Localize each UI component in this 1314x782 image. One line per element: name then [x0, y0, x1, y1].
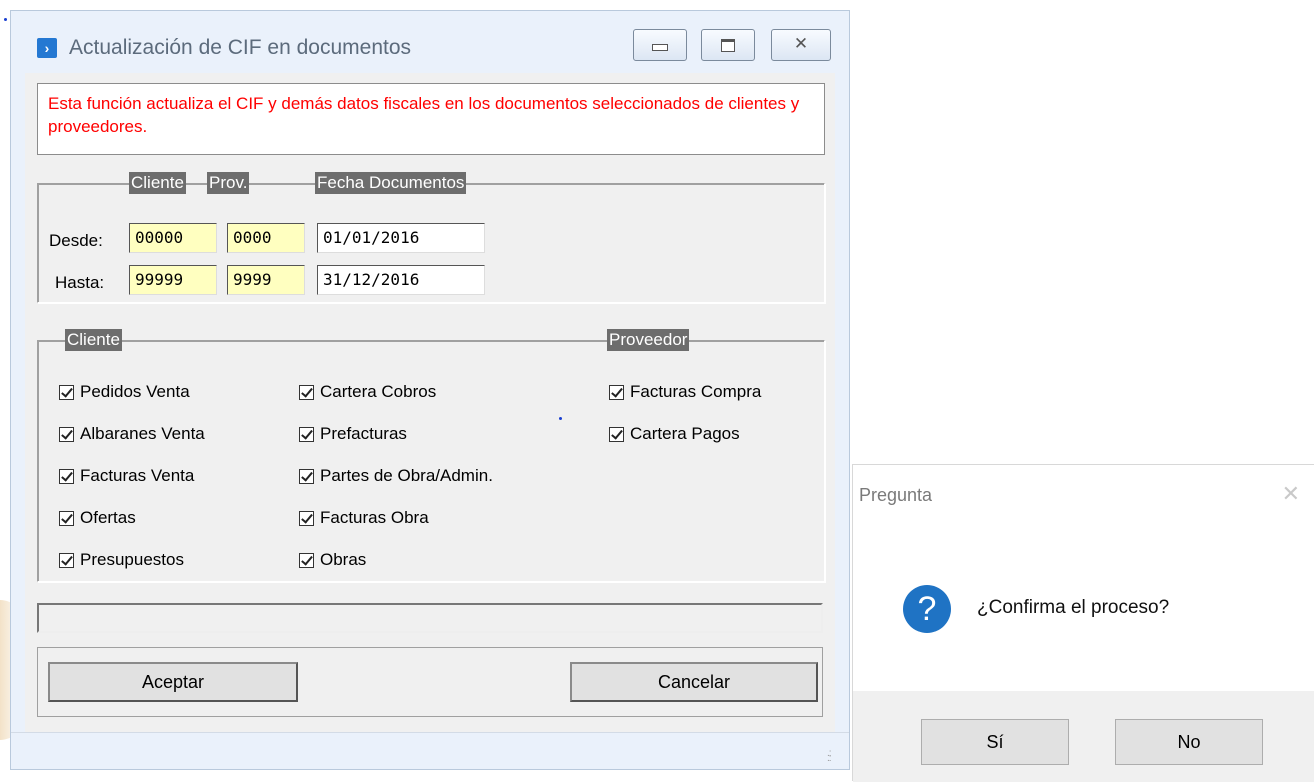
window-title: Actualización de CIF en documentos	[69, 36, 412, 59]
question-dialog: Pregunta ✕ ? ¿Confirma el proceso? Sí No	[852, 464, 1314, 782]
checkbox-icon	[299, 468, 314, 484]
checkbox-icon	[609, 426, 624, 442]
checkbox-label: Facturas Compra	[630, 382, 762, 401]
info-text: Esta función actualiza el CIF y demás da…	[37, 83, 825, 155]
hasta-fecha-field[interactable]: 31/12/2016	[317, 265, 485, 295]
checkbox-label: Facturas Obra	[320, 508, 429, 527]
cliente-group-label: Cliente	[65, 329, 122, 351]
yes-button[interactable]: Sí	[921, 719, 1069, 765]
checkbox-icon	[59, 552, 74, 568]
checkbox-partes-obra[interactable]: Partes de Obra/Admin.	[299, 465, 493, 487]
close-icon: ✕	[793, 34, 809, 53]
checkbox-icon	[299, 552, 314, 568]
stray-dot	[4, 18, 7, 21]
checkbox-label: Cartera Cobros	[320, 382, 437, 401]
close-button[interactable]: ✕	[771, 29, 831, 61]
checkbox-label: Albaranes Venta	[80, 424, 205, 443]
progress-bar	[37, 603, 823, 633]
checkbox-cartera-cobros[interactable]: Cartera Cobros	[299, 381, 436, 403]
checkbox-icon	[299, 510, 314, 526]
checkbox-label: Pedidos Venta	[80, 382, 190, 401]
question-icon: ?	[903, 585, 951, 633]
checkbox-label: Presupuestos	[80, 550, 184, 569]
title-bar[interactable]: › Actualización de CIF en documentos ✕	[11, 11, 849, 73]
hasta-label: Hasta:	[55, 273, 105, 292]
dialog-message: ¿Confirma el proceso?	[977, 597, 1170, 618]
cancel-button[interactable]: Cancelar	[570, 662, 818, 702]
checkbox-icon	[59, 510, 74, 526]
checkbox-pedidos-venta[interactable]: Pedidos Venta	[59, 381, 190, 403]
minimize-icon	[634, 34, 686, 56]
col-header-prov: Prov.	[207, 172, 250, 194]
checkbox-presupuestos[interactable]: Presupuestos	[59, 549, 184, 571]
dialog-close-icon[interactable]: ✕	[1282, 481, 1300, 507]
checkbox-icon	[59, 468, 74, 484]
checkbox-label: Obras	[320, 550, 367, 569]
hasta-prov-field[interactable]: 9999	[227, 265, 305, 295]
checkbox-icon	[59, 384, 74, 400]
main-window: › Actualización de CIF en documentos ✕ E…	[10, 10, 850, 770]
resize-grip-icon[interactable]: .:.:	[827, 749, 839, 764]
checkbox-cartera-pagos[interactable]: Cartera Pagos	[609, 423, 740, 445]
col-header-cliente: Cliente	[129, 172, 186, 194]
dialog-footer: Sí No	[853, 691, 1314, 782]
checkbox-icon	[299, 426, 314, 442]
desde-prov-field[interactable]: 0000	[227, 223, 305, 253]
desde-cliente-field[interactable]: 00000	[129, 223, 217, 253]
status-bar: .:.:	[11, 732, 849, 769]
checkbox-facturas-venta[interactable]: Facturas Venta	[59, 465, 194, 487]
checkbox-icon	[609, 384, 624, 400]
checkbox-icon	[59, 426, 74, 442]
checkbox-ofertas[interactable]: Ofertas	[59, 507, 136, 529]
checkbox-icon	[299, 384, 314, 400]
desde-label: Desde:	[49, 231, 103, 250]
checkbox-albaranes-venta[interactable]: Albaranes Venta	[59, 423, 205, 445]
hasta-cliente-field[interactable]: 99999	[129, 265, 217, 295]
checkbox-label: Partes de Obra/Admin.	[320, 466, 493, 485]
window-client-area: Esta función actualiza el CIF y demás da…	[25, 73, 835, 733]
documents-group	[37, 340, 825, 582]
checkbox-facturas-obra[interactable]: Facturas Obra	[299, 507, 429, 529]
accept-button[interactable]: Aceptar	[48, 662, 298, 702]
dialog-title: Pregunta	[859, 485, 933, 505]
checkbox-prefacturas[interactable]: Prefacturas	[299, 423, 407, 445]
proveedor-group-label: Proveedor	[607, 329, 690, 351]
checkbox-label: Cartera Pagos	[630, 424, 740, 443]
desde-fecha-field[interactable]: 01/01/2016	[317, 223, 485, 253]
stray-dot	[559, 417, 562, 420]
col-header-fecha: Fecha Documentos	[315, 172, 467, 194]
checkbox-label: Prefacturas	[320, 424, 407, 443]
app-icon: ›	[37, 38, 57, 58]
maximize-button[interactable]	[701, 29, 755, 61]
checkbox-obras[interactable]: Obras	[299, 549, 366, 571]
maximize-icon	[702, 34, 754, 57]
checkbox-facturas-compra[interactable]: Facturas Compra	[609, 381, 761, 403]
minimize-button[interactable]	[633, 29, 687, 61]
checkbox-label: Ofertas	[80, 508, 136, 527]
button-group: Aceptar Cancelar	[37, 647, 823, 717]
checkbox-label: Facturas Venta	[80, 466, 195, 485]
no-button[interactable]: No	[1115, 719, 1263, 765]
